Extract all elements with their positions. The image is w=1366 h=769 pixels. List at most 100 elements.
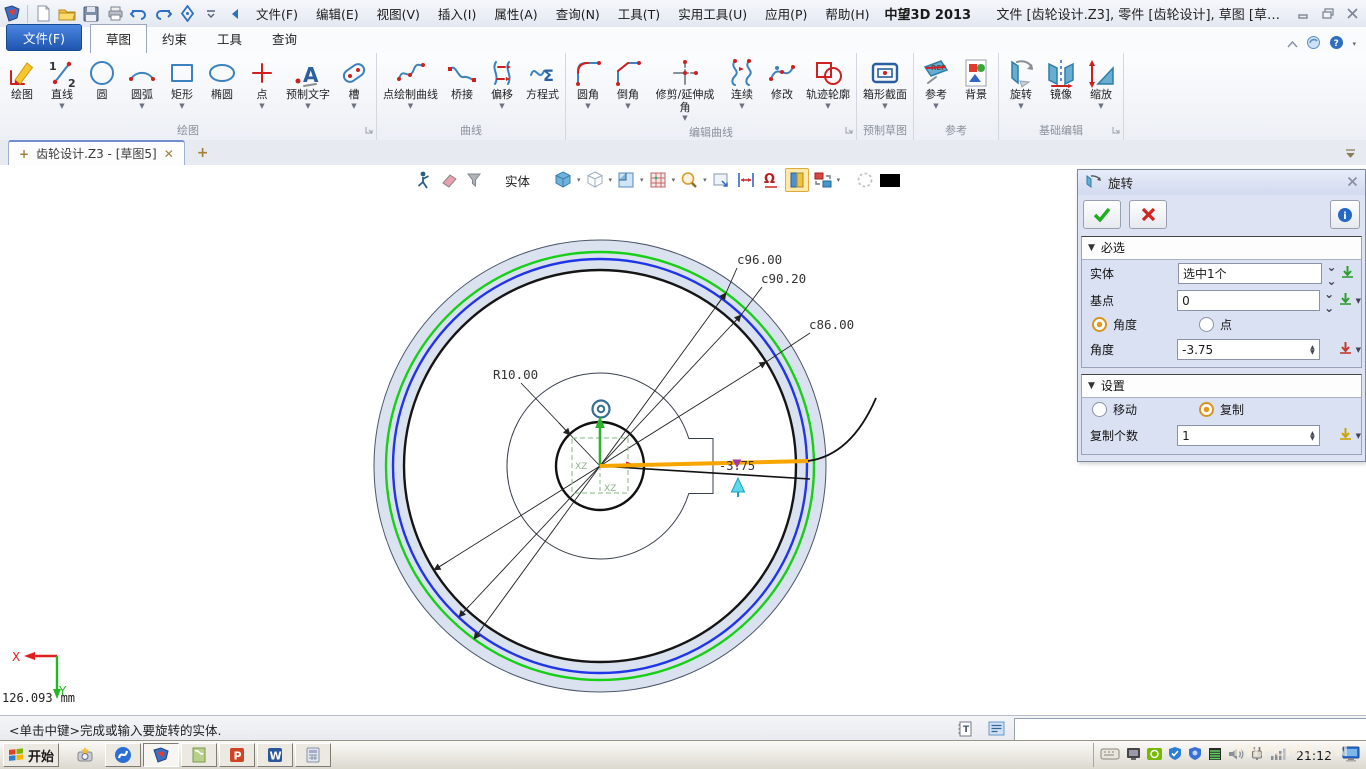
ribbon-item-scale[interactable]: 缩放 ▼ [1081, 55, 1121, 111]
chevron-down-icon[interactable]: ▾ [837, 176, 841, 184]
dim-radius-10[interactable]: R10.00 [493, 367, 538, 382]
open-folder-icon[interactable] [56, 4, 78, 24]
ribbon-item-arc[interactable]: 圆弧 ▼ [122, 55, 162, 111]
ribbon-item-point[interactable]: 点 ▼ [242, 55, 282, 111]
ribbon-item-sketch-draw[interactable]: 绘图 [2, 55, 42, 103]
taskbar-app-word[interactable]: W [257, 743, 293, 767]
document-tab[interactable]: + 齿轮设计.Z3 - [草图5] ✕ [8, 140, 185, 165]
network-signal-icon[interactable] [1270, 747, 1286, 763]
volume-icon[interactable] [1228, 747, 1244, 764]
ribbon-item-box-section[interactable]: 箱形截面 ▼ [859, 55, 911, 111]
restore-button[interactable] [1318, 6, 1338, 22]
shaded-display-icon[interactable] [552, 169, 574, 191]
horizontal-dimension-icon[interactable] [735, 169, 757, 191]
tray-display-icon[interactable] [1126, 747, 1141, 764]
ribbon-item-rotate[interactable]: 旋转 ▼ [1001, 55, 1041, 111]
required-section-header[interactable]: ▼ 必选 [1082, 237, 1361, 260]
exit-sketch-icon[interactable] [413, 169, 435, 191]
tray-nvidia-icon[interactable] [1147, 747, 1162, 764]
dialog-launcher-icon[interactable] [365, 123, 373, 137]
ribbon-item-reference[interactable]: REF 参考 ▼ [916, 55, 956, 111]
menu-edit[interactable]: 编辑(E) [307, 4, 368, 23]
close-dialog-icon[interactable] [1347, 176, 1358, 190]
spinner-control[interactable]: ▲▼ [1310, 431, 1315, 441]
ribbon-item-point-curve[interactable]: 点绘制曲线 ▼ [379, 55, 442, 111]
move-radio[interactable]: 移动 [1092, 401, 1137, 420]
input-mode-icon[interactable]: T [956, 719, 976, 738]
ribbon-item-rectangle[interactable]: 矩形 ▼ [162, 55, 202, 111]
spinner-control[interactable]: ▲▼ [1310, 345, 1315, 355]
clock[interactable]: 21:12 [1292, 748, 1336, 763]
taskbar-app-browser[interactable] [105, 743, 141, 767]
ribbon-item-chamfer[interactable]: 倒角 ▼ [608, 55, 648, 111]
new-tab-icon[interactable]: + [197, 145, 209, 161]
screenshot-tool-icon[interactable] [74, 744, 96, 766]
basepoint-field[interactable]: 0 [1177, 290, 1320, 311]
toolbar-options-icon[interactable] [200, 4, 222, 24]
pick-from-list-icon[interactable] [1338, 292, 1353, 310]
zoom-icon[interactable] [678, 169, 700, 191]
pick-from-list-icon[interactable] [1340, 265, 1355, 283]
chevron-down-icon[interactable]: ▾ [577, 176, 581, 184]
ribbon-item-fillet[interactable]: 圆角 ▼ [568, 55, 608, 111]
swap-target-icon[interactable] [812, 169, 834, 191]
expand-chevrons-icon[interactable]: ⌄⌄ [1322, 260, 1340, 288]
tray-security-check-icon[interactable] [1168, 746, 1182, 764]
canvas[interactable]: c96.00 c90.20 c86.00 R10.00 XZ XZ [0, 165, 1366, 715]
menu-attributes[interactable]: 属性(A) [485, 4, 546, 23]
ribbon-file-tab[interactable]: 文件(F) [6, 24, 82, 51]
dim-diameter-96[interactable]: c96.00 [737, 252, 782, 267]
taskbar-app-powerpoint[interactable]: P [219, 743, 255, 767]
wireframe-display-icon[interactable] [584, 169, 606, 191]
minimize-ribbon-icon[interactable] [1287, 37, 1298, 51]
zoom-extents-icon[interactable] [710, 169, 732, 191]
ok-button[interactable] [1083, 200, 1121, 229]
tray-app-icon[interactable] [1208, 747, 1222, 764]
chevron-down-icon[interactable]: ▼ [1356, 346, 1361, 354]
angle-field[interactable]: -3.75 ▲▼ [1177, 339, 1320, 360]
menu-help[interactable]: 帮助(H) [816, 4, 878, 23]
chevron-down-icon[interactable]: ▾ [703, 176, 707, 184]
cancel-button[interactable] [1129, 200, 1167, 229]
taskbar-app-zw3d[interactable] [143, 743, 179, 767]
ribbon-item-ready-text[interactable]: A 预制文字 ▼ [282, 55, 334, 111]
eraser-icon[interactable] [438, 169, 460, 191]
entity-field[interactable]: 选中1个 [1178, 263, 1322, 284]
ribbon-item-circle[interactable]: 圆 [82, 55, 122, 103]
menu-view[interactable]: 视图(V) [368, 4, 429, 23]
keyboard-layout-icon[interactable] [1100, 747, 1120, 764]
undo-icon[interactable] [128, 4, 150, 24]
pick-value-icon[interactable] [1338, 341, 1353, 359]
dialog-launcher-icon[interactable] [1112, 123, 1120, 137]
ribbon-item-trim-extend[interactable]: 修剪/延伸成角 ▼ [648, 55, 722, 123]
minimize-button[interactable] [1294, 6, 1314, 22]
tab-constraint[interactable]: 约束 [147, 25, 202, 53]
menu-inquire[interactable]: 查询(N) [547, 4, 609, 23]
chevron-down-icon[interactable]: ▾ [1352, 40, 1356, 48]
menu-tools[interactable]: 工具(T) [609, 4, 669, 23]
menu-application[interactable]: 应用(P) [756, 4, 816, 23]
ribbon-item-offset[interactable]: 偏移 ▼ [482, 55, 522, 111]
history-list-icon[interactable] [986, 719, 1006, 738]
show-desktop-icon[interactable] [1342, 746, 1360, 765]
ribbon-item-background[interactable]: 背景 [956, 55, 996, 103]
ribbon-item-bridge[interactable]: 桥接 [442, 55, 482, 103]
ribbon-item-ellipse[interactable]: 椭圆 [202, 55, 242, 103]
chevron-down-icon[interactable]: ▾ [640, 176, 644, 184]
view-orientation-icon[interactable] [615, 169, 637, 191]
pick-value-icon[interactable] [1338, 427, 1353, 445]
chevron-down-icon[interactable]: ▾ [609, 176, 613, 184]
start-button[interactable]: 开始 [3, 743, 59, 767]
view-rotate-icon[interactable] [176, 4, 198, 24]
filter-icon[interactable] [463, 169, 485, 191]
chevron-down-icon[interactable]: ▾ [672, 176, 676, 184]
expand-chevrons-icon[interactable]: ⌄⌄ [1320, 287, 1338, 315]
color-swatch[interactable] [879, 169, 901, 191]
collapse-toolbar-icon[interactable] [224, 4, 246, 24]
close-tab-icon[interactable]: ✕ [164, 147, 174, 161]
taskbar-app-notes[interactable] [181, 743, 217, 767]
ribbon-item-slot[interactable]: 槽 ▼ [334, 55, 374, 111]
perimeter-dimension-icon[interactable]: Ω [760, 169, 782, 191]
redo-icon[interactable] [152, 4, 174, 24]
copy-radio[interactable]: 复制 [1199, 401, 1244, 420]
